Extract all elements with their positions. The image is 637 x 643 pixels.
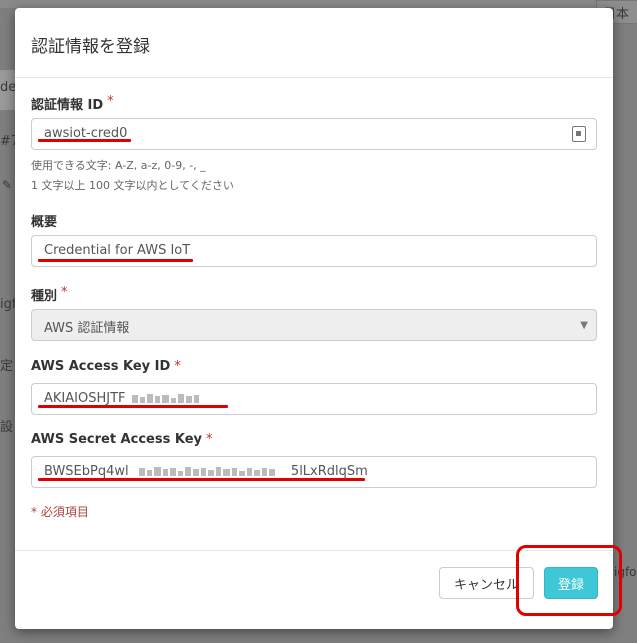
background-fragment: 設 (0, 420, 14, 435)
secret-access-key-group: AWS Secret Access Key * BWSEbPq4wl 5lLxR… (31, 432, 597, 494)
dialog-title: 認証情報を登録 (31, 37, 150, 57)
type-label: 種別 * (31, 285, 68, 304)
access-key-id-group: AWS Access Key ID * AKIAIOSHJTF (31, 359, 597, 421)
annotation-underline (38, 139, 131, 142)
access-key-id-label: AWS Access Key ID * (31, 359, 181, 374)
background-pencil-icon: ✎ (2, 178, 13, 192)
credential-id-help-length: 1 文字以上 100 文字以内としてください (31, 179, 234, 192)
background-fragment: de (0, 80, 17, 95)
credential-id-label: 認証情報 ID * (31, 94, 114, 113)
annotation-highlight-box (516, 545, 622, 616)
required-asterisk: * (206, 432, 213, 447)
description-label: 概要 (31, 215, 58, 230)
redacted-pixelation (131, 393, 199, 403)
redacted-pixelation (138, 466, 275, 476)
secret-access-key-label: AWS Secret Access Key * (31, 432, 213, 447)
annotation-underline (38, 405, 228, 408)
secret-access-key-input[interactable]: BWSEbPq4wl 5lLxRdlqSm (31, 456, 597, 488)
type-select[interactable]: AWS 認証情報 ▼ (31, 309, 597, 341)
required-fields-note: * 必須項目 (31, 505, 89, 519)
background-topbar (0, 0, 637, 8)
annotation-underline (38, 259, 193, 262)
annotation-underline (38, 478, 365, 481)
background-fragment: igf (0, 297, 17, 312)
register-credential-dialog: 認証情報を登録 認証情報 ID * awsiot-cred0 使用できる文字: … (15, 8, 613, 629)
description-input[interactable]: Credential for AWS IoT (31, 235, 597, 267)
credential-id-input[interactable]: awsiot-cred0 (31, 118, 597, 150)
required-asterisk: * (107, 94, 114, 109)
dialog-header: 認証情報を登録 (15, 8, 613, 78)
description-group: 概要 Credential for AWS IoT (31, 211, 597, 273)
required-asterisk: * (61, 285, 68, 300)
type-group: 種別 * AWS 認証情報 ▼ (31, 285, 597, 347)
keyboard-icon (572, 126, 586, 142)
required-asterisk: * (174, 359, 181, 374)
access-key-id-input[interactable]: AKIAIOSHJTF (31, 383, 597, 415)
caret-down-icon: ▼ (580, 320, 588, 331)
credential-id-group: 認証情報 ID * awsiot-cred0 使用できる文字: A-Z, a-z… (31, 94, 597, 194)
background-fragment: 定 (0, 359, 14, 374)
credential-id-help-chars: 使用できる文字: A-Z, a-z, 0-9, -, _ (31, 159, 206, 172)
